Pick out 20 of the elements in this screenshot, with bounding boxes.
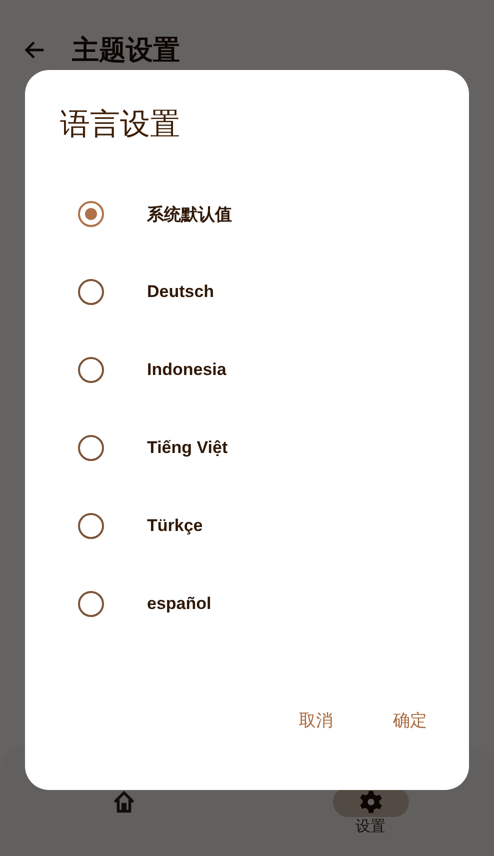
radio-button[interactable] [78,357,104,383]
page-title: 主题设置 [72,34,180,68]
gear-icon [360,791,382,813]
option-label[interactable]: 系统默认值 [147,202,232,226]
dialog-button[interactable]: 确定 [381,701,439,740]
nav-label: 设置 [356,817,386,836]
home-icon [112,791,134,813]
option-label[interactable]: Tiếng Việt [147,438,228,458]
dialog-button[interactable]: 取消 [287,701,345,740]
radio-button[interactable] [78,513,104,539]
radio-button[interactable] [78,279,104,305]
radio-button[interactable] [78,591,104,617]
option-label[interactable]: Türkçe [147,516,203,536]
option-label[interactable]: Indonesia [147,360,226,380]
option-label[interactable]: español [147,594,212,614]
nav-tab[interactable] [332,787,408,817]
option-label[interactable]: Deutsch [147,282,214,302]
radio-button[interactable] [78,201,104,227]
radio-button[interactable] [78,435,104,461]
dialog-title: 语言设置 [60,106,180,144]
